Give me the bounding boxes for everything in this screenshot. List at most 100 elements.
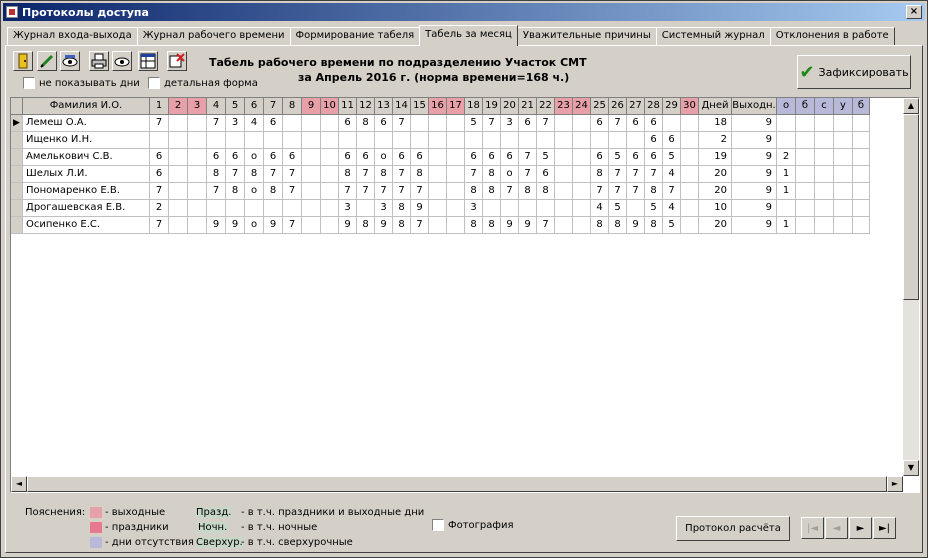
day-cell[interactable] — [591, 132, 609, 149]
day-cell[interactable]: 9 — [519, 217, 537, 234]
days-total-cell[interactable]: 20 — [699, 183, 732, 200]
checkbox-box[interactable] — [23, 77, 35, 89]
day-cell[interactable] — [609, 132, 627, 149]
day-cell[interactable] — [663, 115, 681, 132]
day-cell[interactable]: 7 — [283, 217, 302, 234]
day-cell[interactable]: 2 — [150, 200, 169, 217]
day-cell[interactable]: 3 — [226, 115, 245, 132]
day-cell[interactable]: 5 — [537, 149, 555, 166]
day-cell[interactable] — [681, 200, 699, 217]
day-cell[interactable]: 8 — [393, 217, 411, 234]
day-cell[interactable]: 9 — [411, 200, 429, 217]
day-cell[interactable]: 7 — [207, 115, 226, 132]
day-cell[interactable] — [169, 132, 188, 149]
day-cell[interactable]: 8 — [483, 217, 501, 234]
day-column-header[interactable]: 11 — [339, 98, 357, 115]
day-cell[interactable] — [302, 183, 321, 200]
nav-first-button[interactable]: |◄ — [801, 517, 824, 539]
day-cell[interactable]: о — [375, 149, 393, 166]
absence-cell[interactable] — [796, 200, 815, 217]
day-cell[interactable] — [302, 149, 321, 166]
day-cell[interactable] — [411, 115, 429, 132]
day-cell[interactable]: 7 — [264, 166, 283, 183]
day-cell[interactable] — [555, 200, 573, 217]
absence-column-header[interactable]: б — [853, 98, 870, 115]
preview-button[interactable] — [112, 51, 132, 71]
day-cell[interactable]: 8 — [357, 115, 375, 132]
day-cell[interactable]: 6 — [627, 149, 645, 166]
day-column-header[interactable]: 19 — [483, 98, 501, 115]
day-cell[interactable] — [483, 132, 501, 149]
day-cell[interactable]: 7 — [663, 183, 681, 200]
nav-prev-button[interactable]: ◄ — [825, 517, 848, 539]
absence-cell[interactable]: 1 — [777, 183, 796, 200]
absence-column-header[interactable]: с — [815, 98, 834, 115]
days-total-cell[interactable]: 10 — [699, 200, 732, 217]
day-cell[interactable] — [411, 132, 429, 149]
day-cell[interactable] — [283, 200, 302, 217]
day-cell[interactable] — [555, 166, 573, 183]
absence-cell[interactable] — [796, 149, 815, 166]
day-cell[interactable] — [573, 132, 591, 149]
print-button[interactable] — [89, 51, 109, 71]
day-cell[interactable] — [537, 132, 555, 149]
day-cell[interactable] — [188, 132, 207, 149]
day-cell[interactable]: 7 — [609, 183, 627, 200]
day-cell[interactable]: 7 — [150, 115, 169, 132]
absence-cell[interactable] — [815, 149, 834, 166]
day-cell[interactable] — [447, 166, 465, 183]
day-cell[interactable]: 6 — [226, 149, 245, 166]
day-column-header[interactable]: 4 — [207, 98, 226, 115]
day-cell[interactable]: 8 — [339, 166, 357, 183]
day-cell[interactable] — [573, 183, 591, 200]
checkbox-box[interactable] — [148, 77, 160, 89]
dayoff-total-cell[interactable]: 9 — [732, 183, 777, 200]
day-cell[interactable]: 3 — [465, 200, 483, 217]
day-cell[interactable]: 8 — [483, 183, 501, 200]
export-button[interactable] — [138, 51, 158, 71]
day-cell[interactable]: 6 — [375, 115, 393, 132]
dayoff-total-cell[interactable]: 9 — [732, 115, 777, 132]
day-column-header[interactable]: 9 — [302, 98, 321, 115]
day-cell[interactable]: 3 — [375, 200, 393, 217]
day-cell[interactable]: 8 — [264, 183, 283, 200]
day-cell[interactable] — [555, 183, 573, 200]
day-cell[interactable]: 6 — [663, 132, 681, 149]
day-cell[interactable] — [188, 217, 207, 234]
days-total-cell[interactable]: 2 — [699, 132, 732, 149]
day-cell[interactable] — [681, 149, 699, 166]
day-cell[interactable] — [321, 132, 339, 149]
day-cell[interactable]: 6 — [150, 166, 169, 183]
day-cell[interactable] — [207, 200, 226, 217]
day-cell[interactable]: 6 — [283, 149, 302, 166]
day-cell[interactable] — [357, 200, 375, 217]
day-cell[interactable] — [573, 200, 591, 217]
day-cell[interactable] — [357, 132, 375, 149]
day-cell[interactable]: 5 — [465, 115, 483, 132]
day-cell[interactable] — [226, 132, 245, 149]
day-cell[interactable]: 6 — [339, 149, 357, 166]
day-column-header[interactable]: 24 — [573, 98, 591, 115]
day-column-header[interactable]: 12 — [357, 98, 375, 115]
day-cell[interactable] — [188, 115, 207, 132]
day-cell[interactable]: 9 — [339, 217, 357, 234]
day-cell[interactable]: 6 — [264, 115, 283, 132]
day-cell[interactable] — [393, 132, 411, 149]
day-cell[interactable]: 7 — [537, 115, 555, 132]
day-column-header[interactable]: 23 — [555, 98, 573, 115]
absence-column-header[interactable]: б — [796, 98, 815, 115]
day-cell[interactable]: о — [245, 217, 264, 234]
absence-cell[interactable]: 1 — [777, 217, 796, 234]
day-cell[interactable] — [555, 149, 573, 166]
day-cell[interactable]: 8 — [645, 217, 663, 234]
day-cell[interactable]: 7 — [375, 183, 393, 200]
day-cell[interactable] — [321, 166, 339, 183]
view-button[interactable] — [60, 51, 80, 71]
day-cell[interactable] — [447, 132, 465, 149]
absence-cell[interactable] — [815, 115, 834, 132]
day-cell[interactable] — [429, 200, 447, 217]
horizontal-scrollbar[interactable]: ◄ ► — [11, 476, 903, 492]
scroll-down-button[interactable]: ▼ — [903, 460, 919, 476]
door-button[interactable] — [13, 51, 33, 71]
day-cell[interactable]: 6 — [627, 115, 645, 132]
